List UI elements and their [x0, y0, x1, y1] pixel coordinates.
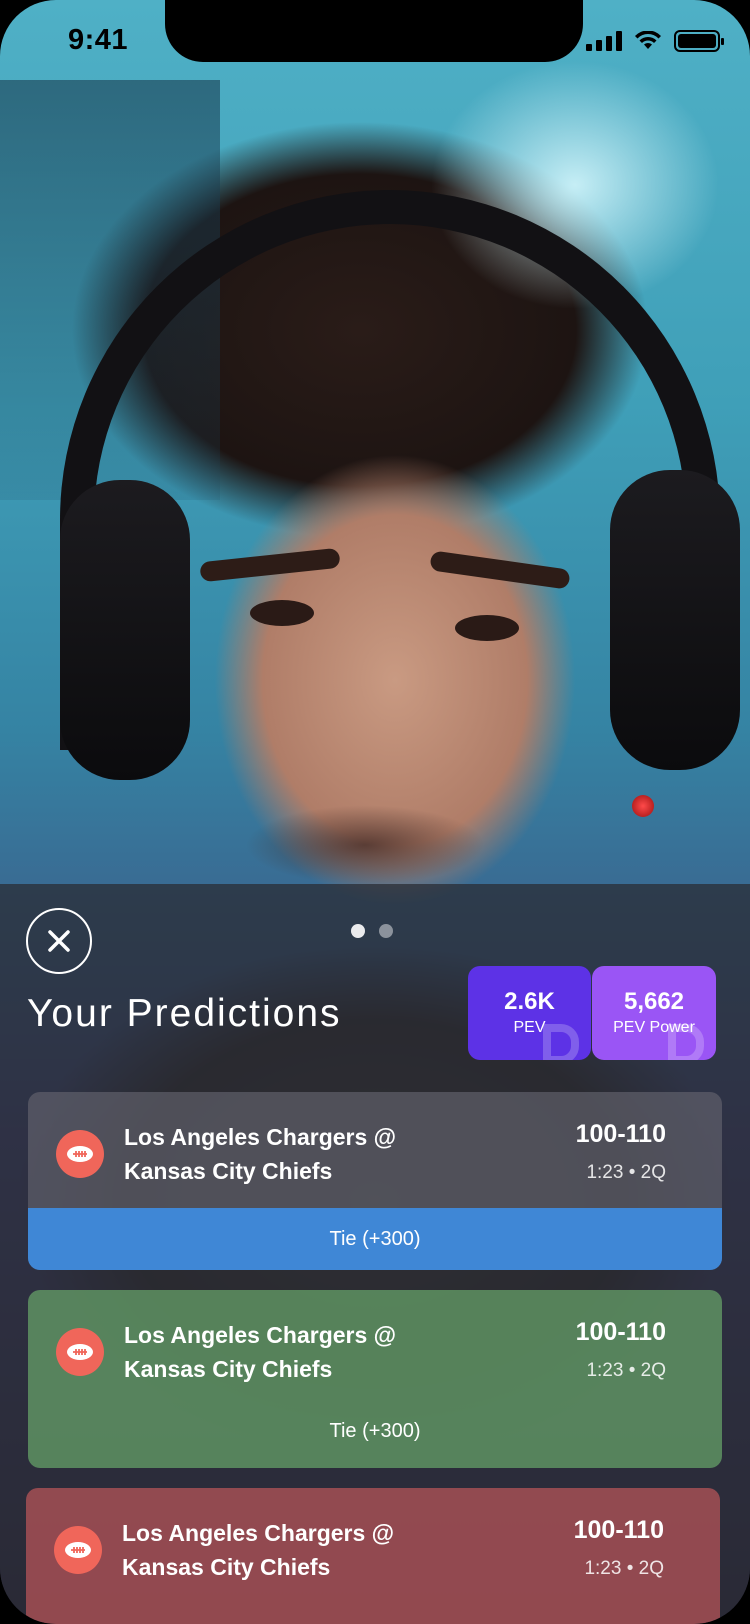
status-icons [586, 30, 724, 52]
matchup-text: Los Angeles Chargers @ Kansas City Chief… [124, 1120, 396, 1188]
football-icon [54, 1526, 102, 1574]
phone-screen: 9:41 Your Predictions 2.6K PEV 5,662 PEV… [0, 0, 750, 1624]
pev-label: PEV [513, 1019, 546, 1037]
battery-icon [674, 30, 724, 52]
matchup-line-1: Los Angeles Chargers @ [122, 1520, 395, 1546]
game-clock: 1:23 • 2Q [586, 1162, 666, 1183]
pev-logo-icon [668, 1024, 704, 1060]
predictions-sheet: Your Predictions 2.6K PEV 5,662 PEV Powe… [0, 884, 750, 1624]
game-score: 100-110 [575, 1120, 666, 1148]
pev-stat-badge: 2.6K PEV [468, 966, 591, 1060]
page-dot-1[interactable] [351, 924, 365, 938]
matchup-line-2: Kansas City Chiefs [124, 1158, 333, 1184]
matchup-text: Los Angeles Chargers @ Kansas City Chief… [122, 1516, 394, 1584]
matchup-line-2: Kansas City Chiefs [122, 1554, 331, 1580]
prediction-card[interactable]: Los Angeles Chargers @ Kansas City Chief… [28, 1290, 722, 1468]
headphone-right [610, 470, 740, 770]
prediction-pick[interactable]: Tie (+300) [28, 1400, 722, 1462]
matchup-line-1: Los Angeles Chargers @ [124, 1124, 397, 1150]
game-score: 100-110 [575, 1318, 666, 1346]
matchup-line-2: Kansas City Chiefs [124, 1356, 333, 1382]
pev-logo-icon [543, 1024, 579, 1060]
page-dot-2[interactable] [379, 924, 393, 938]
status-time: 9:41 [68, 24, 129, 56]
prediction-card[interactable]: Los Angeles Chargers @ Kansas City Chief… [28, 1092, 722, 1270]
device-notch [165, 0, 583, 62]
page-indicator[interactable] [351, 924, 393, 938]
prediction-card[interactable]: Los Angeles Chargers @ Kansas City Chief… [26, 1488, 720, 1624]
pev-power-stat-badge: 5,662 PEV Power [592, 966, 716, 1060]
pev-value: 2.6K [504, 987, 555, 1015]
prediction-pick[interactable]: Tie (+300) [28, 1208, 722, 1270]
game-score: 100-110 [573, 1516, 664, 1544]
close-icon [48, 930, 70, 952]
page-title: Your Predictions [27, 992, 342, 1035]
pev-power-value: 5,662 [623, 987, 685, 1015]
game-clock: 1:23 • 2Q [586, 1360, 666, 1381]
cellular-signal-icon [586, 31, 622, 51]
headphone-left [60, 480, 190, 780]
football-icon [56, 1130, 104, 1178]
matchup-line-1: Los Angeles Chargers @ [124, 1322, 397, 1348]
wifi-icon [635, 31, 661, 49]
football-icon [56, 1328, 104, 1376]
game-clock: 1:23 • 2Q [584, 1558, 664, 1579]
close-button[interactable] [26, 908, 92, 974]
matchup-text: Los Angeles Chargers @ Kansas City Chief… [124, 1318, 396, 1386]
